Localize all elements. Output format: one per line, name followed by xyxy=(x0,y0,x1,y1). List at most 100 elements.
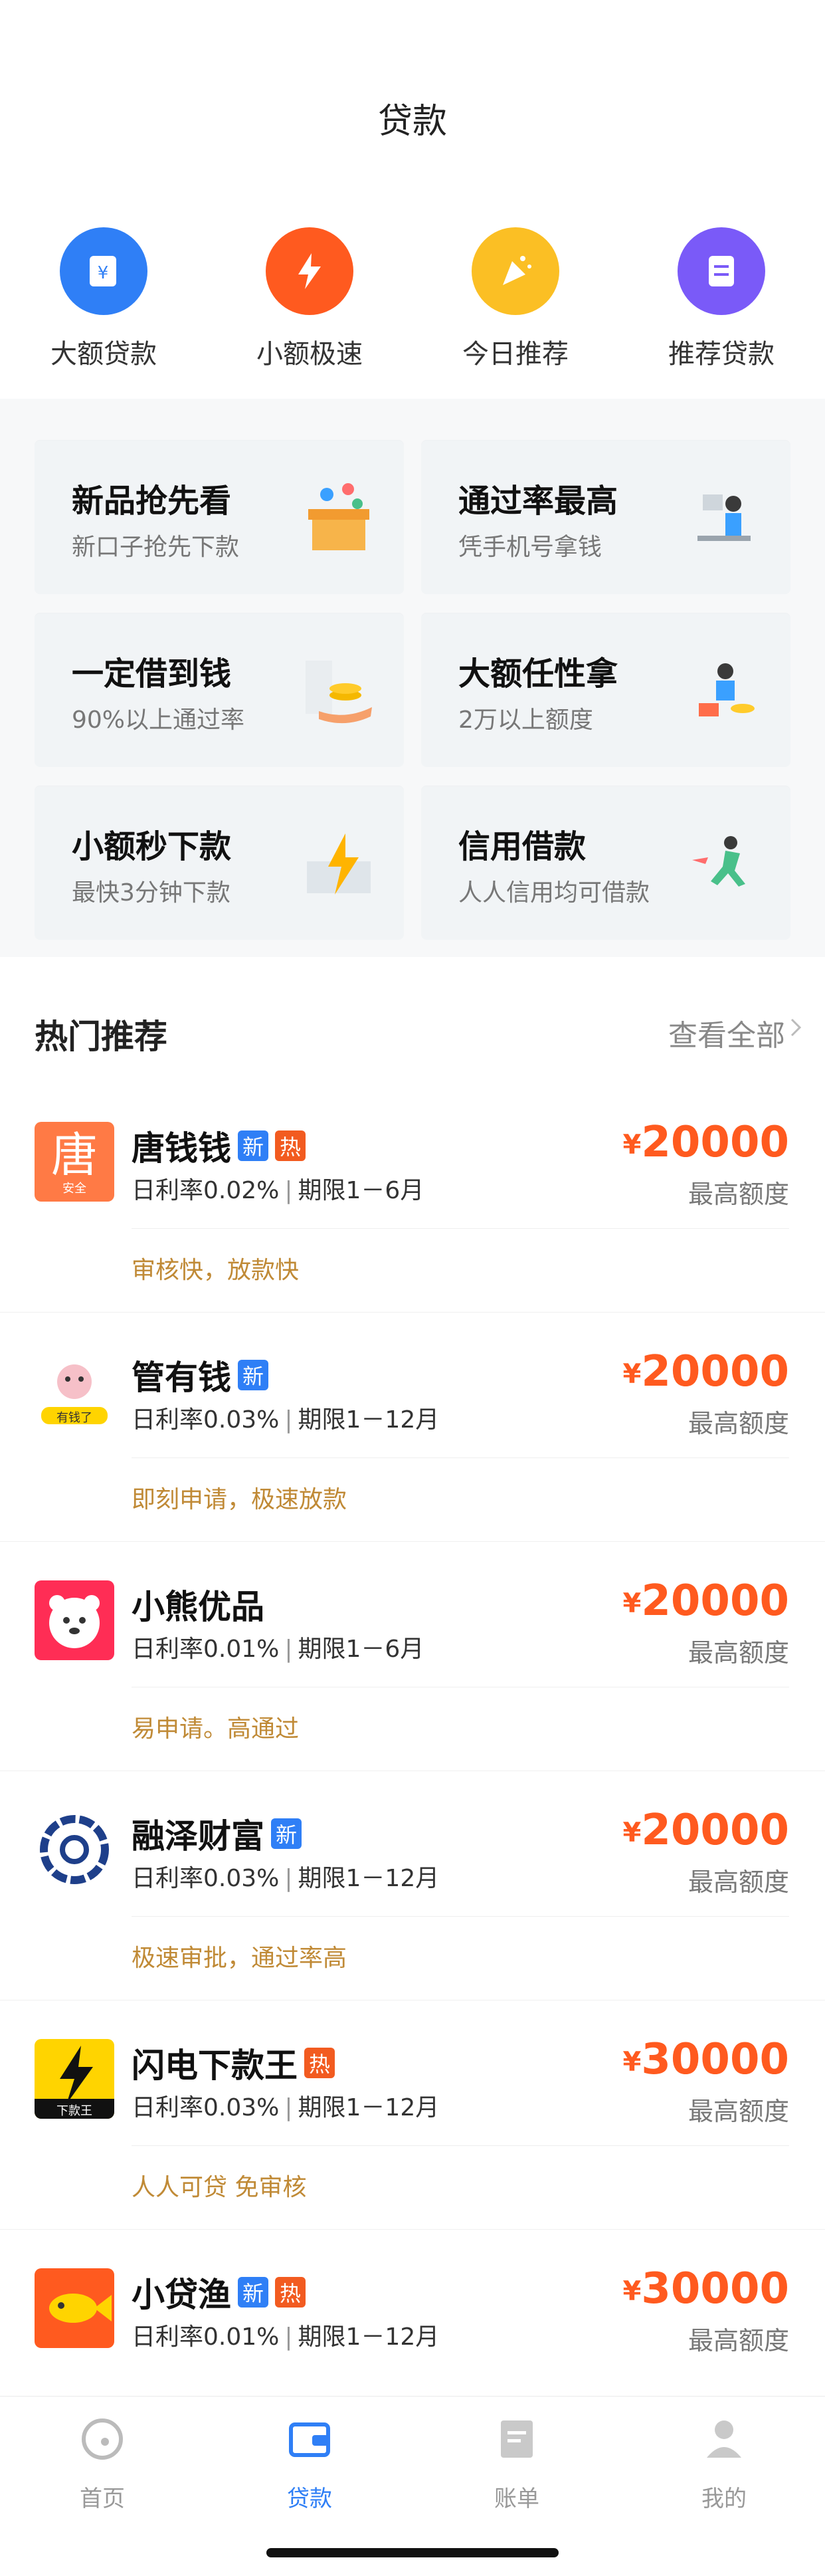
category-today-recommend[interactable]: 今日推荐 xyxy=(429,219,602,371)
hot-badge: 热 xyxy=(275,1130,306,1161)
product-logo xyxy=(35,1580,114,1660)
tab-home[interactable]: 首页 xyxy=(49,2413,155,2513)
section-title: 热门推荐 xyxy=(35,1018,167,1056)
amount-label: 最高额度 xyxy=(688,2326,789,2355)
hot-badge: 热 xyxy=(304,2048,335,2078)
product-name: 唐钱钱 xyxy=(132,1129,231,1168)
max-amount: ¥20000 xyxy=(622,1806,790,1855)
tile-subtitle: 新口子抢先下款 xyxy=(72,534,240,561)
product-tagline: 易申请。高通过 xyxy=(132,1715,300,1743)
tab-loan[interactable]: 贷款 xyxy=(256,2413,363,2513)
max-amount: ¥30000 xyxy=(622,2264,790,2313)
tile-title: 新品抢先看 xyxy=(72,483,232,520)
new-badge: 新 xyxy=(238,2277,268,2308)
list-item[interactable]: 小熊优品 日利率0.01% | 期限1－6月 ¥20000 最高额度 易申请。高通过 xyxy=(0,1542,825,1771)
tab-label: 贷款 xyxy=(287,2486,332,2512)
product-tagline: 审核快，放款快 xyxy=(132,1257,300,1284)
term: 期限1－12月 xyxy=(298,1406,440,1434)
tile-title: 一定借到钱 xyxy=(72,655,232,693)
svg-text:¥: ¥ xyxy=(98,263,109,283)
party-icon xyxy=(472,227,559,315)
bottom-tab-bar: 首页 贷款 账单 我的 xyxy=(0,2396,825,2576)
category-label: 今日推荐 xyxy=(462,339,569,370)
daily-rate: 日利率0.02% xyxy=(132,1177,280,1204)
list-icon xyxy=(678,227,765,315)
gift-box-icon xyxy=(308,483,369,550)
amount-label: 最高额度 xyxy=(688,1180,789,1209)
product-meta: 日利率0.03% | 期限1－12月 xyxy=(132,2094,440,2121)
tile-title: 大额任性拿 xyxy=(458,655,618,693)
new-badge: 新 xyxy=(238,1130,268,1161)
list-item[interactable]: 有钱了 管有钱 新 日利率0.03% | 期限1－12月 ¥20000 最高额度 即… xyxy=(0,1313,825,1542)
product-name: 小熊优品 xyxy=(132,1588,264,1626)
user-icon xyxy=(707,2420,741,2458)
home-indicator xyxy=(266,2548,559,2557)
loan-list: 唐 安全 唐钱钱 新 热 日利率0.02% | 期限1－6月 ¥20000 最高额度… xyxy=(0,1083,825,2459)
product-tagline: 极速审批，通过率高 xyxy=(132,1945,347,1972)
tile-large-amount[interactable]: 大额任性拿 2万以上额度 xyxy=(421,613,790,767)
daily-rate: 日利率0.01% xyxy=(132,2323,280,2351)
daily-rate: 日利率0.03% xyxy=(132,1865,280,1892)
header: 贷款 xyxy=(0,0,825,199)
tile-title: 信用借款 xyxy=(458,828,587,865)
lightning-envelope-icon xyxy=(307,833,371,895)
category-big-loan[interactable]: ¥ 大额贷款 xyxy=(17,219,190,371)
view-all-link[interactable]: 查看全部 xyxy=(668,1012,785,1054)
term: 期限1－6月 xyxy=(298,1177,424,1204)
hot-section-header: 热门推荐 查看全部 xyxy=(0,970,825,1070)
lightning-icon xyxy=(266,227,353,315)
tile-new-products[interactable]: 新品抢先看 新口子抢先下款 xyxy=(35,440,404,594)
product-meta: 日利率0.03% | 期限1－12月 xyxy=(132,1865,440,1892)
product-meta: 日利率0.02% | 期限1－6月 xyxy=(132,1177,424,1204)
product-tagline: 即刻申请，极速放款 xyxy=(132,1486,347,1513)
product-meta: 日利率0.03% | 期限1－12月 xyxy=(132,1406,440,1434)
category-row: ¥ 大额贷款 小额极速 今日推荐 推荐贷款 xyxy=(0,219,825,379)
bill-icon xyxy=(501,2420,533,2458)
product-meta: 日利率0.01% | 期限1－12月 xyxy=(132,2323,440,2351)
product-logo: 唐 安全 xyxy=(35,1122,114,1202)
coins-hand-icon xyxy=(306,661,372,724)
tile-fast-small-loan[interactable]: 小额秒下款 最快3分钟下款 xyxy=(35,786,404,940)
tab-label: 首页 xyxy=(80,2486,125,2512)
daily-rate: 日利率0.01% xyxy=(132,1636,280,1663)
term: 期限1－12月 xyxy=(298,1865,440,1892)
page-title: 贷款 xyxy=(377,102,447,142)
tile-guaranteed-loan[interactable]: 一定借到钱 90%以上通过率 xyxy=(35,613,404,767)
product-logo: 下款王 xyxy=(35,2039,114,2119)
amount-label: 最高额度 xyxy=(688,1409,789,1438)
category-label: 大额贷款 xyxy=(50,339,157,370)
tile-subtitle: 凭手机号拿钱 xyxy=(458,534,602,561)
product-tagline: 人人可贷 免审核 xyxy=(132,2174,307,2201)
new-badge: 新 xyxy=(271,1818,302,1849)
tile-credit-loan[interactable]: 信用借款 人人信用均可借款 xyxy=(421,786,790,940)
tile-title: 通过率最高 xyxy=(458,483,618,520)
product-logo: 有钱了 xyxy=(35,1351,114,1431)
tab-profile[interactable]: 我的 xyxy=(671,2413,777,2513)
tile-high-pass-rate[interactable]: 通过率最高 凭手机号拿钱 xyxy=(421,440,790,594)
list-item[interactable]: 下款王 闪电下款王 热 日利率0.03% | 期限1－12月 ¥30000 最高额度… xyxy=(0,2000,825,2230)
list-item[interactable]: 唐 安全 唐钱钱 新 热 日利率0.02% | 期限1－6月 ¥20000 最高额度… xyxy=(0,1083,825,1313)
tab-bill[interactable]: 账单 xyxy=(464,2413,570,2513)
chevron-right-icon[interactable] xyxy=(782,1014,809,1041)
tab-label: 我的 xyxy=(701,2486,747,2512)
max-amount: ¥20000 xyxy=(622,1576,790,1626)
tile-subtitle: 90%以上通过率 xyxy=(72,706,245,734)
product-name: 闪电下款王 xyxy=(132,2046,298,2085)
product-logo xyxy=(35,2268,114,2348)
new-badge: 新 xyxy=(238,1360,268,1390)
term: 期限1－6月 xyxy=(298,1636,424,1663)
daily-rate: 日利率0.03% xyxy=(132,1406,280,1434)
amount-label: 最高额度 xyxy=(688,1638,789,1667)
category-fast-small[interactable]: 小额极速 xyxy=(223,219,396,371)
home-icon xyxy=(82,2418,123,2460)
running-person-icon xyxy=(692,836,745,887)
person-desk-icon xyxy=(697,494,751,541)
list-item[interactable]: 融泽财富 新 日利率0.03% | 期限1－12月 ¥20000 最高额度 极速审批… xyxy=(0,1771,825,2000)
tile-subtitle: 2万以上额度 xyxy=(458,706,593,734)
max-amount: ¥30000 xyxy=(622,2035,790,2084)
big-loan-icon: ¥ xyxy=(60,227,147,315)
max-amount: ¥20000 xyxy=(622,1347,790,1396)
category-recommend-loan[interactable]: 推荐贷款 xyxy=(635,219,808,371)
tile-subtitle: 人人信用均可借款 xyxy=(458,879,650,907)
category-label: 推荐贷款 xyxy=(668,339,775,370)
